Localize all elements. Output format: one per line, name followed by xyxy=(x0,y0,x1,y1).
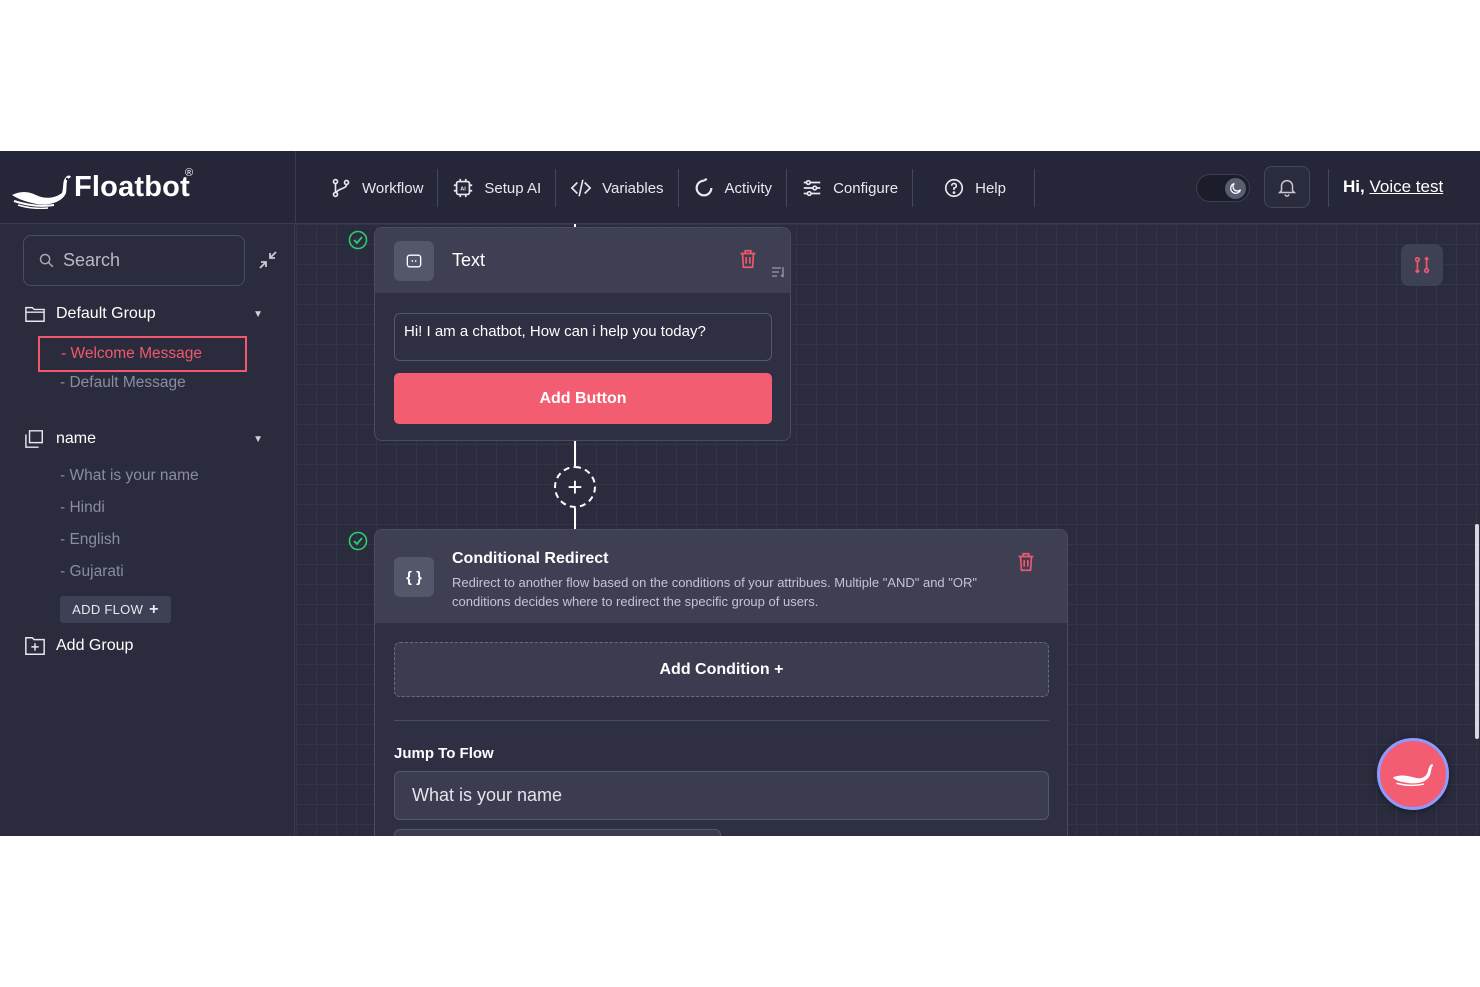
nav-configure-label: Configure xyxy=(833,179,899,197)
message-text-field[interactable]: Hi! I am a chatbot, How can i help you t… xyxy=(394,313,772,361)
flow-item-default-message[interactable]: - Default Message xyxy=(60,374,186,392)
flow-item-welcome-message[interactable]: - Welcome Message xyxy=(38,336,247,372)
chevron-down-icon[interactable]: ▼ xyxy=(253,434,263,445)
conditional-redirect-header: { } Conditional Redirect Redirect to ano… xyxy=(375,530,1067,623)
search-box[interactable] xyxy=(23,235,245,286)
moon-icon xyxy=(1230,182,1242,194)
copy-folder-icon xyxy=(25,430,43,448)
braces-icon: { } xyxy=(394,557,434,597)
svg-text:AI: AI xyxy=(461,186,467,192)
greeting-prefix: Hi, xyxy=(1343,177,1365,196)
conditional-redirect-title: Conditional Redirect xyxy=(452,550,609,567)
notifications-button[interactable] xyxy=(1264,166,1310,208)
jump-to-flow-label: Jump To Flow xyxy=(394,745,494,762)
trash-icon[interactable] xyxy=(737,248,759,270)
divider xyxy=(394,720,1049,721)
registered-mark: ® xyxy=(185,167,194,179)
user-name-link[interactable]: Voice test xyxy=(1369,177,1443,196)
nav-setup-ai[interactable]: AI Setup AI xyxy=(438,169,557,207)
sidebar: Default Group ▼ - Welcome Message - Defa… xyxy=(0,224,295,836)
brand-name: Floatbot xyxy=(74,170,190,203)
conditional-redirect-description: Redirect to another flow based on the co… xyxy=(452,575,978,609)
code-icon xyxy=(570,179,592,197)
nav-variables[interactable]: Variables xyxy=(556,169,679,207)
main-nav: Workflow AI Setup AI Variables Activity … xyxy=(316,169,1035,207)
activity-refresh-icon xyxy=(695,177,712,197)
group-name-flow[interactable]: name ▼ xyxy=(24,429,269,449)
app-window: Floatbot ® Workflow AI Setup AI Variable… xyxy=(0,151,1480,836)
text-node-header: Text xyxy=(375,228,790,293)
vertical-scrollbar[interactable] xyxy=(1475,524,1479,739)
nav-setup-ai-label: Setup AI xyxy=(484,179,542,197)
check-circle-icon xyxy=(348,230,368,250)
collapse-icon[interactable] xyxy=(256,248,280,272)
nav-variables-label: Variables xyxy=(602,179,664,197)
nav-help-label: Help xyxy=(975,179,1006,197)
add-flow-label: ADD FLOW xyxy=(72,602,144,617)
sliders-icon xyxy=(803,179,821,197)
reorder-icon[interactable] xyxy=(771,264,787,280)
nav-activity[interactable]: Activity xyxy=(679,169,788,207)
top-bar: Floatbot ® Workflow AI Setup AI Variable… xyxy=(0,151,1480,224)
next-field[interactable] xyxy=(394,829,721,836)
nav-configure[interactable]: Configure xyxy=(787,169,914,207)
text-node-title: Text xyxy=(452,250,486,270)
add-flow-button[interactable]: ADD FLOW + xyxy=(60,596,171,623)
group-name: Default Group xyxy=(56,305,156,322)
flow-item-gujarati[interactable]: - Gujarati xyxy=(60,563,124,581)
message-square-icon xyxy=(406,254,422,267)
flow-item-hindi[interactable]: - Hindi xyxy=(60,499,105,517)
flow-item-what-is-your-name[interactable]: - What is your name xyxy=(60,467,199,485)
bell-icon xyxy=(1277,179,1297,197)
nav-workflow[interactable]: Workflow xyxy=(316,169,439,207)
text-type-icon xyxy=(394,240,434,281)
jump-to-flow-select[interactable]: What is your name xyxy=(394,771,1049,820)
workflow-canvas[interactable]: Text Hi! I am a chatbot, How can i help … xyxy=(296,224,1480,836)
nav-workflow-label: Workflow xyxy=(362,179,424,197)
check-circle-icon xyxy=(348,531,368,551)
help-circle-icon xyxy=(945,178,964,198)
group-default[interactable]: Default Group ▼ xyxy=(24,304,269,324)
chevron-down-icon[interactable]: ▼ xyxy=(253,309,263,320)
add-folder-icon xyxy=(25,637,45,655)
flow-item-english[interactable]: - English xyxy=(60,531,120,549)
add-group-label: Add Group xyxy=(56,637,134,654)
nav-activity-label: Activity xyxy=(724,179,773,197)
workflow-branch-icon xyxy=(332,178,350,198)
folder-icon xyxy=(25,306,45,322)
search-input[interactable] xyxy=(63,250,233,271)
add-button-button[interactable]: Add Button xyxy=(394,373,772,424)
connector-line xyxy=(574,508,576,530)
ai-chip-icon: AI xyxy=(454,178,473,198)
floatbot-bird-icon xyxy=(1392,763,1434,787)
floatbot-bird-logo-icon xyxy=(12,175,71,209)
conditional-redirect-card[interactable]: { } Conditional Redirect Redirect to ano… xyxy=(374,529,1068,836)
branch-view-button[interactable] xyxy=(1401,244,1443,286)
add-condition-button[interactable]: Add Condition + xyxy=(394,642,1049,697)
user-greeting: Hi, Voice test xyxy=(1343,177,1443,197)
plus-icon: + xyxy=(149,600,159,618)
trash-icon[interactable] xyxy=(1015,551,1037,573)
nav-help[interactable]: Help xyxy=(913,169,1035,207)
add-group-button[interactable]: Add Group xyxy=(24,635,133,657)
chat-launcher-button[interactable] xyxy=(1377,738,1449,810)
group-name: name xyxy=(56,430,97,447)
divider xyxy=(295,151,296,224)
search-icon xyxy=(39,253,54,268)
floatbot-logo[interactable]: Floatbot ® xyxy=(10,165,194,209)
text-node-card[interactable]: Text Hi! I am a chatbot, How can i help … xyxy=(374,227,791,441)
git-compare-icon xyxy=(1414,256,1430,274)
divider xyxy=(1328,169,1329,207)
toggle-knob xyxy=(1225,178,1246,199)
add-node-button[interactable]: + xyxy=(554,466,596,508)
theme-toggle[interactable] xyxy=(1196,174,1250,202)
connector-line xyxy=(574,441,576,466)
